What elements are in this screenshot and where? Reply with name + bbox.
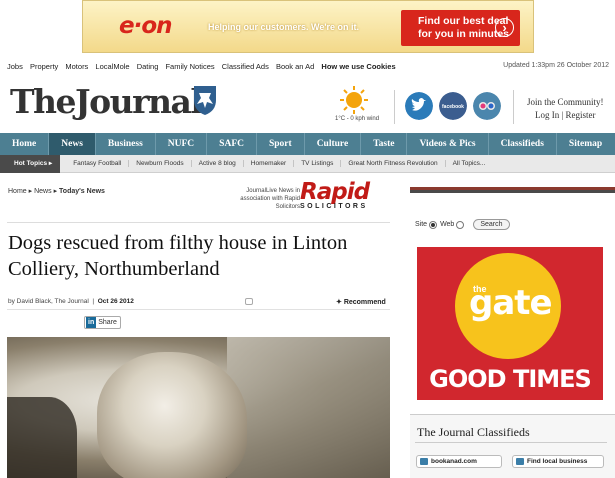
nav-sitemap[interactable]: Sitemap bbox=[557, 133, 614, 155]
util-link-property[interactable]: Property bbox=[30, 62, 58, 71]
breadcrumb-todays-news[interactable]: Today's News bbox=[59, 188, 105, 195]
hot-topics-label: Hot Topics ▸ bbox=[0, 154, 61, 173]
util-link-classified-ads[interactable]: Classified Ads bbox=[222, 62, 269, 71]
ad-cta-button[interactable]: Find our best deal for you in minutes › bbox=[401, 10, 520, 46]
nav-news[interactable]: News bbox=[49, 133, 96, 155]
divider bbox=[394, 90, 395, 124]
divider bbox=[7, 309, 390, 310]
topic-fitness-revolution[interactable]: Great North Fitness Revolution bbox=[341, 160, 446, 167]
util-link-book-an-ad[interactable]: Book an Ad bbox=[276, 62, 314, 71]
facebook-icon[interactable]: facebook bbox=[439, 92, 467, 120]
byline-author: by David Black, The Journal bbox=[8, 298, 89, 305]
util-link-localmole[interactable]: LocalMole bbox=[95, 62, 129, 71]
bookanad-button[interactable]: bookanad.com bbox=[416, 455, 502, 468]
topic-homemaker[interactable]: Homemaker bbox=[244, 160, 295, 167]
dog-image bbox=[97, 352, 247, 478]
rapid-solicitors-logo[interactable]: Rapid SOLICITORS bbox=[300, 180, 386, 220]
nav-nufc[interactable]: NUFC bbox=[156, 133, 208, 155]
recommend-button[interactable]: ✦ Recommend bbox=[336, 298, 386, 306]
flickr-icon[interactable] bbox=[473, 92, 501, 120]
chevron-right-icon: › bbox=[495, 18, 514, 37]
top-ad-banner[interactable]: e·on Helping our customers. We're on it.… bbox=[82, 0, 534, 53]
nav-sport[interactable]: Sport bbox=[257, 133, 305, 155]
divider bbox=[513, 90, 514, 124]
divider bbox=[415, 442, 607, 443]
nav-home[interactable]: Home bbox=[0, 133, 50, 155]
util-link-family-notices[interactable]: Family Notices bbox=[165, 62, 214, 71]
search-option-web-radio[interactable] bbox=[456, 220, 465, 229]
byline-separator: | bbox=[90, 298, 96, 305]
join-community: Join the Community! Log In | Register bbox=[527, 96, 604, 122]
share-label: Share bbox=[98, 319, 117, 326]
nav-videos-pics[interactable]: Videos & Pics bbox=[407, 133, 489, 155]
business-icon bbox=[516, 458, 524, 465]
rapid-logo-subtext: SOLICITORS bbox=[300, 203, 368, 210]
classifieds-panel bbox=[410, 414, 615, 478]
search-option-site-radio[interactable] bbox=[429, 220, 438, 229]
twitter-icon[interactable] bbox=[405, 92, 433, 120]
bookanad-icon bbox=[420, 458, 428, 465]
divider bbox=[7, 222, 390, 223]
search-option-web-label: Web bbox=[440, 221, 455, 228]
nav-taste[interactable]: Taste bbox=[361, 133, 408, 155]
sponsor-note: JournalLive News in association with Rap… bbox=[240, 188, 300, 210]
site-search: Site Web Search bbox=[415, 219, 510, 230]
rapid-logo-text: Rapid bbox=[300, 179, 370, 205]
article-headline: Dogs rescued from filthy house in Linton… bbox=[8, 232, 348, 280]
find-local-business-button[interactable]: Find local business bbox=[512, 455, 604, 468]
article-date: Oct 26 2012 bbox=[97, 298, 134, 305]
classifieds-title: The Journal Classifieds bbox=[417, 425, 530, 439]
topic-all-topics[interactable]: All Topics... bbox=[446, 160, 493, 167]
the-gate-ad[interactable]: gate the GOOD TIMES bbox=[417, 247, 603, 400]
main-nav: Home News Business NUFC SAFC Sport Cultu… bbox=[0, 133, 615, 155]
weather-text: 1°C - 0 kph wind bbox=[335, 116, 380, 122]
comment-icon[interactable] bbox=[245, 298, 253, 305]
util-link-motors[interactable]: Motors bbox=[65, 62, 88, 71]
linkedin-icon: in bbox=[86, 317, 97, 328]
linkedin-share-button[interactable]: in Share bbox=[84, 316, 121, 329]
chevron-right-icon: ▸ bbox=[48, 159, 53, 167]
article-photo bbox=[7, 337, 390, 478]
nav-safc[interactable]: SAFC bbox=[207, 133, 257, 155]
gate-ad-slogan: GOOD TIMES bbox=[429, 365, 592, 393]
nav-culture[interactable]: Culture bbox=[305, 133, 362, 155]
site-logo[interactable]: TheJournal bbox=[10, 82, 203, 121]
search-option-site-label: Site bbox=[415, 221, 428, 228]
util-link-dating[interactable]: Dating bbox=[137, 62, 159, 71]
byline: by David Black, The Journal | Oct 26 201… bbox=[8, 298, 134, 305]
breadcrumb-home[interactable]: Home bbox=[8, 188, 27, 195]
topic-active-8-blog[interactable]: Active 8 blog bbox=[192, 160, 244, 167]
topic-newburn-floods[interactable]: Newburn Floods bbox=[129, 160, 192, 167]
sidebar-header-bar bbox=[410, 187, 615, 193]
register-link[interactable]: Register bbox=[566, 110, 596, 120]
breadcrumb-news[interactable]: News bbox=[34, 188, 52, 195]
svg-text:facebook: facebook bbox=[442, 104, 464, 110]
photo-shadow bbox=[7, 397, 77, 478]
gate-ad-the: the bbox=[473, 284, 487, 294]
util-link-jobs[interactable]: Jobs bbox=[7, 62, 23, 71]
nav-business[interactable]: Business bbox=[96, 133, 156, 155]
login-register-divider: | bbox=[561, 110, 564, 120]
crest-icon bbox=[194, 86, 216, 115]
cookies-link[interactable]: How we use Cookies bbox=[321, 62, 395, 71]
eon-logo: e·on bbox=[119, 13, 173, 39]
join-text: Join the Community! bbox=[527, 97, 604, 107]
recommend-icon: ✦ bbox=[336, 299, 344, 306]
search-button[interactable]: Search bbox=[473, 219, 510, 230]
topic-fantasy-football[interactable]: Fantasy Football bbox=[66, 160, 130, 167]
sun-icon bbox=[340, 86, 368, 114]
ad-tagline: Helping our customers. We're on it. bbox=[208, 22, 359, 32]
login-link[interactable]: Log In bbox=[535, 110, 559, 120]
utility-links: Jobs Property Motors LocalMole Dating Fa… bbox=[7, 62, 401, 71]
photo-background bbox=[227, 337, 390, 478]
nav-classifieds[interactable]: Classifieds bbox=[489, 133, 557, 155]
hot-topics-bar: Hot Topics ▸ Fantasy Football Newburn Fl… bbox=[0, 154, 615, 173]
breadcrumb: Home ▸ News ▸ Today's News bbox=[8, 187, 105, 195]
updated-timestamp: Updated 1:33pm 26 October 2012 bbox=[503, 62, 609, 69]
topic-tv-listings[interactable]: TV Listings bbox=[294, 160, 342, 167]
